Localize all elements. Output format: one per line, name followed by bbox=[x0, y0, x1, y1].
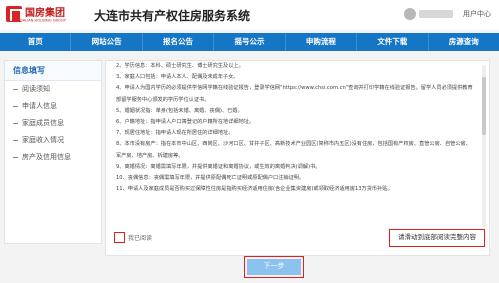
next-button-highlight: 下一步 bbox=[244, 256, 304, 278]
notice-paragraph: 11、申请人及家庭成员是否购买过保障性住房是指购买经济适用住房(含企业集资建房)… bbox=[116, 186, 393, 193]
notice-paragraph: 6、户籍地址：指申请人户口簿登记的户籍所在地详细地址。 bbox=[116, 119, 255, 126]
user-name-redacted bbox=[419, 10, 453, 18]
system-title: 大连市共有产权住房服务系统 bbox=[94, 9, 251, 23]
content-scrollbar[interactable] bbox=[482, 65, 486, 227]
notice-paragraph: 5、婚姻状况指：单身(包括未婚、离婚、丧偶)、已婚。 bbox=[116, 107, 243, 114]
sidebar-item-label: 家庭成员信息 bbox=[22, 119, 64, 127]
nav-home[interactable]: 首页 bbox=[0, 33, 72, 51]
sidebar-title: 信息填写 bbox=[5, 61, 101, 81]
notice-paragraph: 3、家庭人口包括：申请人本人、配偶及未成年子女。 bbox=[116, 74, 239, 81]
dash-icon bbox=[13, 140, 18, 141]
main-nav: 首页 网站公告 报名公告 摇号公示 申购流程 文件下载 房源查询 bbox=[0, 33, 499, 51]
notice-paragraph: 9、离婚情况：离婚需填写年限，并提供离婚证和离婚协议，或生效的离婚判决(调解)书… bbox=[116, 163, 321, 170]
nav-housing-query[interactable]: 房源查询 bbox=[429, 33, 499, 51]
nav-file-download[interactable]: 文件下载 bbox=[357, 33, 429, 51]
user-area: 用户中心 bbox=[404, 8, 491, 20]
dash-icon bbox=[13, 106, 18, 107]
page: 国房集团 DALIAN HOUSING GROUP 大连市共有产权住房服务系统 … bbox=[0, 0, 499, 283]
notice-paragraph: 8、本市没有房产：指在本市中山区、西岗区、沙河口区、甘井子区、高新技术产业园区(… bbox=[116, 141, 471, 159]
dash-icon bbox=[13, 157, 18, 158]
notice-paragraph: 7、现居住地址：指申请人现在所居住的详细地址。 bbox=[116, 130, 234, 137]
notice-content[interactable]: 2、学历信息：本科、硕士研究生、博士研究生及以上。 3、家庭人口包括：申请人本人… bbox=[116, 61, 476, 229]
nav-lottery-results[interactable]: 摇号公示 bbox=[214, 33, 286, 51]
dash-icon bbox=[13, 123, 18, 124]
next-step-button[interactable]: 下一步 bbox=[247, 259, 301, 275]
scrollbar-thumb[interactable] bbox=[482, 77, 486, 135]
avatar[interactable] bbox=[404, 8, 416, 20]
sidebar-item-reading-notice[interactable]: 阅读须知 bbox=[5, 81, 101, 98]
nav-application-process[interactable]: 申购流程 bbox=[286, 33, 358, 51]
agree-row: 我已阅读 bbox=[114, 232, 152, 243]
sidebar-item-family-income[interactable]: 家庭收入情况 bbox=[5, 132, 101, 149]
header: 国房集团 DALIAN HOUSING GROUP 大连市共有产权住房服务系统 … bbox=[0, 0, 499, 30]
nav-site-announcements[interactable]: 网站公告 bbox=[71, 33, 143, 51]
sidebar-item-label: 申请人信息 bbox=[22, 102, 57, 110]
sidebar-item-label: 房产及信用信息 bbox=[22, 153, 71, 161]
sidebar-item-property-credit[interactable]: 房产及信用信息 bbox=[5, 149, 101, 166]
scroll-to-bottom-notice: 请滑动到底部阅读完整内容 bbox=[389, 229, 485, 247]
notice-paragraph: 4、申请人为国内学历的必须提供学信网学籍在线验证报告，登录学信网"https:/… bbox=[116, 85, 473, 103]
agree-label: 我已阅读 bbox=[128, 235, 153, 242]
sidebar-item-family-members[interactable]: 家庭成员信息 bbox=[5, 115, 101, 132]
sidebar-item-label: 家庭收入情况 bbox=[22, 136, 64, 144]
agree-checkbox[interactable] bbox=[114, 232, 125, 243]
user-center-link[interactable]: 用户中心 bbox=[463, 9, 491, 19]
notice-paragraph: 10、丧偶信息：丧偶需填写年限，并提供原配偶死亡证明或原配偶户口注销证明。 bbox=[116, 175, 305, 182]
sidebar-item-applicant-info[interactable]: 申请人信息 bbox=[5, 98, 101, 115]
nav-registration-announcements[interactable]: 报名公告 bbox=[143, 33, 215, 51]
main-panel: 2、学历信息：本科、硕士研究生、博士研究生及以上。 3、家庭人口包括：申请人本人… bbox=[105, 60, 490, 256]
sidebar: 信息填写 阅读须知 申请人信息 家庭成员信息 家庭收入情况 房产及信用信息 bbox=[4, 60, 102, 244]
sidebar-item-label: 阅读须知 bbox=[22, 85, 50, 93]
notice-paragraph: 2、学历信息：本科、硕士研究生、博士研究生及以上。 bbox=[116, 63, 244, 69]
logo-subtitle: DALIAN HOUSING GROUP bbox=[20, 18, 66, 23]
dash-icon bbox=[13, 89, 18, 90]
